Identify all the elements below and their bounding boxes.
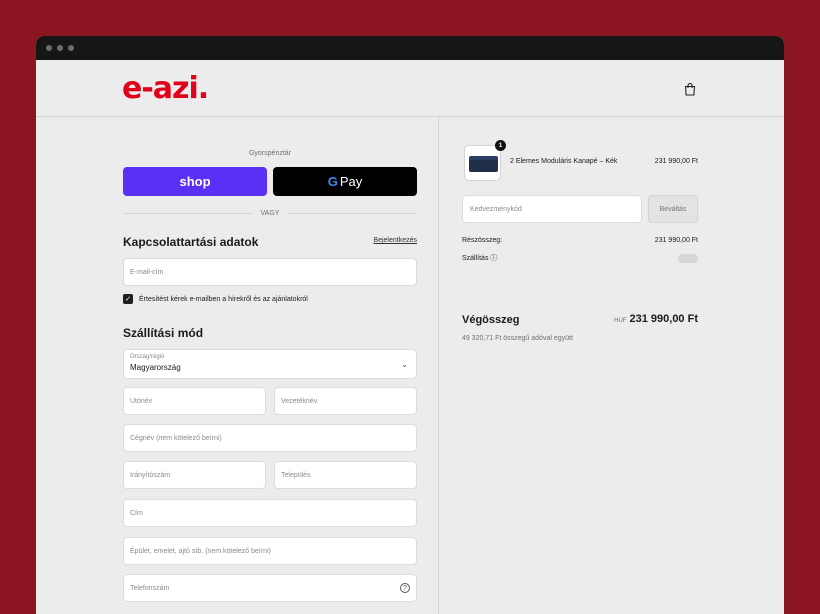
divider-line bbox=[123, 212, 253, 214]
last-name-placeholder: Vezetéknév bbox=[281, 397, 318, 405]
checkout-header: e-azi. bbox=[36, 60, 784, 117]
product-name: 2 Elemes Moduláris Kanapé – Kék bbox=[510, 158, 618, 165]
shop-pay-button[interactable]: shop bbox=[123, 167, 267, 196]
shipping-placeholder-pill bbox=[678, 253, 698, 263]
total-amount: 231 990,00 Ft bbox=[629, 313, 699, 325]
checkout-form: Gyorspénztár shop G Pay VAGY Kapcsolatta… bbox=[36, 117, 439, 614]
info-circle-icon[interactable]: ⓘ bbox=[490, 255, 497, 262]
email-field[interactable]: E-mail-cím bbox=[123, 258, 417, 286]
company-placeholder: Cégnév (nem kötelező beírni) bbox=[130, 434, 222, 442]
total-label: Végösszeg bbox=[462, 314, 520, 326]
phone-placeholder: Telefonszám bbox=[130, 584, 170, 592]
quantity-badge: 1 bbox=[495, 140, 506, 151]
product-thumbnail bbox=[464, 145, 501, 181]
subtotal-label: Részösszeg: bbox=[462, 237, 503, 244]
first-name-field[interactable]: Utónév bbox=[123, 387, 266, 415]
window-dot[interactable] bbox=[46, 45, 52, 51]
newsletter-option[interactable]: ✓ Értesítést kérek e-mailben a hírekről … bbox=[123, 294, 308, 304]
divider-line bbox=[287, 212, 417, 214]
first-name-placeholder: Utónév bbox=[130, 397, 153, 405]
or-label: VAGY bbox=[260, 209, 280, 217]
subtotal-value: 231 990,00 Ft bbox=[654, 237, 698, 244]
google-pay-label: Pay bbox=[339, 174, 363, 189]
total-value: HUF 231 990,00 Ft bbox=[590, 313, 698, 325]
apply-discount-button[interactable]: Beváltás bbox=[648, 195, 698, 223]
apply-label: Beváltás bbox=[659, 205, 687, 213]
help-circle-icon[interactable]: ? bbox=[400, 583, 410, 593]
google-g-icon: G bbox=[327, 174, 338, 189]
address2-placeholder: Épület, emelet, ajtó stb. (nem kötelező … bbox=[130, 547, 271, 555]
shipping-label: Szállítás bbox=[462, 255, 489, 262]
last-name-field[interactable]: Vezetéknév bbox=[274, 387, 417, 415]
address2-field[interactable]: Épület, emelet, ajtó stb. (nem kötelező … bbox=[123, 537, 417, 565]
postcode-field[interactable]: Irányítószám bbox=[123, 461, 266, 489]
sofa-image bbox=[469, 160, 498, 172]
email-placeholder: E-mail-cím bbox=[130, 268, 164, 276]
city-field[interactable]: Település bbox=[274, 461, 417, 489]
window-dot[interactable] bbox=[57, 45, 63, 51]
shopping-bag-icon[interactable] bbox=[684, 82, 696, 96]
product-price: 231 990,00 Ft bbox=[654, 158, 698, 165]
tax-note: 49 320,71 Ft összegű adóval együtt bbox=[462, 335, 573, 342]
order-summary: 1 2 Elemes Moduláris Kanapé – Kék 231 99… bbox=[440, 117, 784, 614]
address-placeholder: Cím bbox=[130, 509, 143, 517]
window-dot[interactable] bbox=[68, 45, 74, 51]
currency-code: HUF bbox=[614, 318, 627, 324]
company-field[interactable]: Cégnév (nem kötelező beírni) bbox=[123, 424, 417, 452]
subtotal-row: Részösszeg: 231 990,00 Ft bbox=[462, 237, 698, 244]
shop-pay-label: shop bbox=[179, 174, 211, 189]
contact-section-title: Kapcsolattartási adatok bbox=[123, 235, 259, 249]
express-checkout-label: Gyorspénztár bbox=[248, 150, 292, 157]
country-value: Magyarország bbox=[130, 363, 181, 372]
checkbox-checked-icon[interactable]: ✓ bbox=[123, 294, 133, 304]
checkout-content: Gyorspénztár shop G Pay VAGY Kapcsolatta… bbox=[36, 117, 784, 614]
phone-field[interactable]: Telefonszám ? bbox=[123, 574, 417, 602]
shipping-section-title: Szállítási mód bbox=[123, 326, 204, 340]
shipping-label-wrap: Szállítás ⓘ bbox=[462, 253, 497, 263]
or-divider: VAGY bbox=[123, 207, 417, 219]
google-pay-button[interactable]: G Pay bbox=[273, 167, 417, 196]
discount-code-input[interactable]: Kedvezménykód bbox=[462, 195, 642, 223]
login-link[interactable]: Bejelentkezés bbox=[356, 237, 417, 244]
discount-placeholder: Kedvezménykód bbox=[470, 205, 522, 213]
country-label: Ország/régió bbox=[130, 354, 165, 360]
country-select[interactable]: Ország/régió Magyarország ⌄ bbox=[123, 349, 417, 379]
postcode-placeholder: Irányítószám bbox=[130, 471, 171, 479]
window-titlebar bbox=[36, 36, 784, 60]
newsletter-label: Értesítést kérek e-mailben a hírekről és… bbox=[139, 295, 308, 303]
brand-logo[interactable]: e-azi. bbox=[122, 70, 209, 106]
browser-window: e-azi. Gyorspénztár shop G Pay VAGY Kapc… bbox=[36, 36, 784, 614]
address-field[interactable]: Cím bbox=[123, 499, 417, 527]
shipping-row: Szállítás ⓘ bbox=[462, 253, 698, 263]
city-placeholder: Település bbox=[281, 471, 311, 479]
chevron-down-icon: ⌄ bbox=[401, 360, 408, 369]
